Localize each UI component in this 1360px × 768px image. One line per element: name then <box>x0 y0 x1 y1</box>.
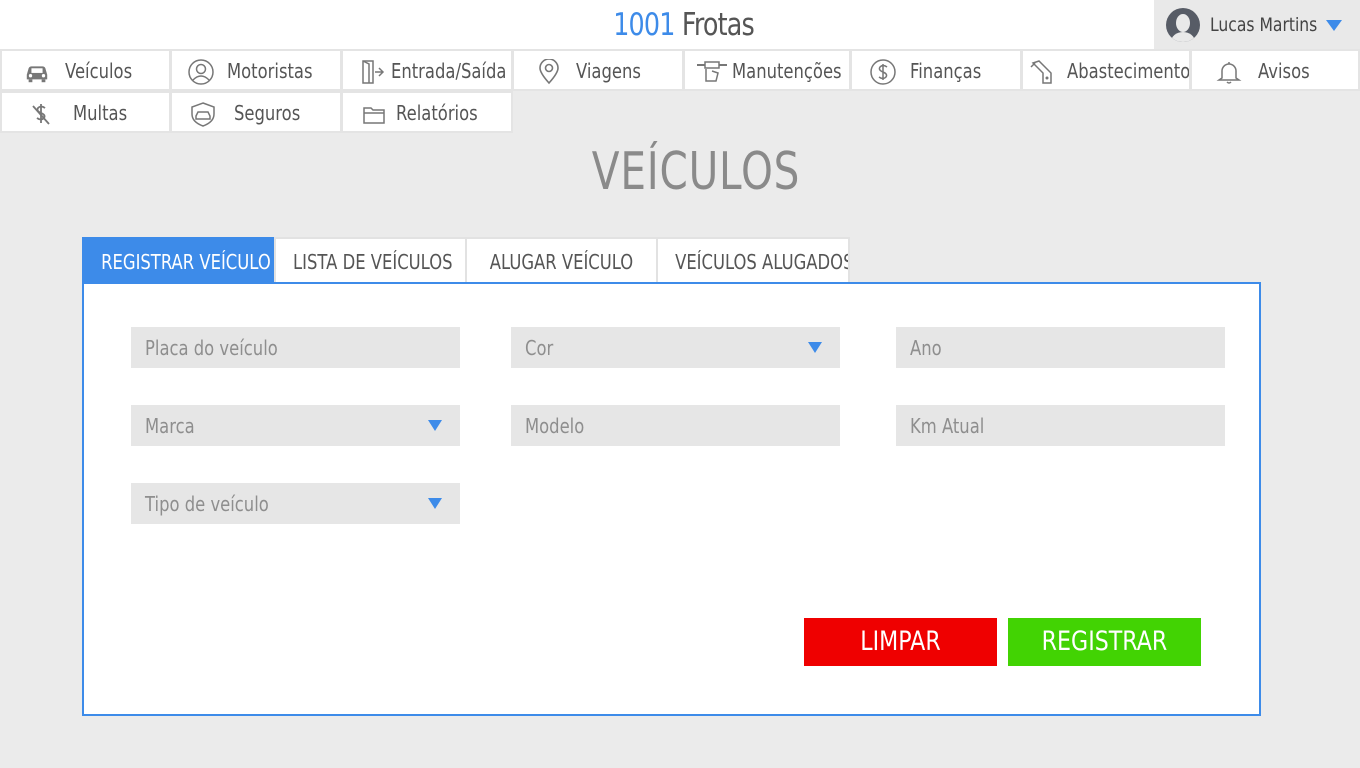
tab-alugar-veiculo[interactable]: ALUGAR VEÍCULO <box>465 237 658 283</box>
clear-button-label: LIMPAR <box>860 626 941 657</box>
nav-item-avisos[interactable]: Avisos <box>1190 49 1360 91</box>
tab-label: REGISTRAR VEÍCULO <box>101 250 271 274</box>
insurance-car-icon <box>191 102 215 127</box>
nav-item-motoristas[interactable]: Motoristas <box>170 49 342 91</box>
register-button[interactable]: REGISTRAR <box>1008 618 1201 666</box>
car-icon <box>26 66 48 83</box>
brand-placeholder: Marca <box>145 414 195 438</box>
chevron-down-icon <box>808 342 822 353</box>
wrench-hand-icon <box>697 61 727 82</box>
chevron-down-icon[interactable] <box>1326 20 1342 31</box>
nav-item-financas[interactable]: Finanças <box>850 49 1022 91</box>
driver-icon <box>188 59 214 85</box>
tab-lista-de-veiculos[interactable]: LISTA DE VEÍCULOS <box>274 237 467 283</box>
page-title: VEÍCULOS <box>591 142 801 202</box>
color-placeholder: Cor <box>525 336 554 360</box>
model-placeholder: Modelo <box>525 414 585 438</box>
avatar <box>1166 8 1200 42</box>
brand-select[interactable]: Marca <box>131 405 460 446</box>
nav-label: Entrada/Saída <box>391 59 507 83</box>
folder-icon <box>363 107 385 124</box>
chevron-down-icon <box>428 420 442 431</box>
register-button-label: REGISTRAR <box>1041 626 1168 657</box>
tab-label: VEÍCULOS ALUGADOS <box>675 250 850 274</box>
user-name: Lucas Martins <box>1210 14 1318 36</box>
tab-label: LISTA DE VEÍCULOS <box>293 250 453 274</box>
plate-placeholder: Placa do veículo <box>145 336 278 360</box>
tab-registrar-veiculo[interactable]: REGISTRAR VEÍCULO <box>82 237 276 283</box>
door-exit-icon <box>362 60 385 84</box>
nav-label: Relatórios <box>396 101 478 125</box>
logo-number: 1001 <box>613 7 675 43</box>
dollar-slash-icon <box>32 104 50 125</box>
map-pin-icon <box>539 59 559 85</box>
app-header: 1001 Frotas Lucas Martins <box>0 0 1360 50</box>
nav-item-entrada-saida[interactable]: Entrada/Saída <box>341 49 513 91</box>
vehicle-type-placeholder: Tipo de veículo <box>145 492 269 516</box>
nav-item-viagens[interactable]: Viagens <box>512 49 684 91</box>
logo-name: Frotas <box>674 7 755 43</box>
nav-item-manutencoes[interactable]: Manutenções <box>683 49 851 91</box>
color-select[interactable]: Cor <box>511 327 840 368</box>
nav-label: Multas <box>73 101 128 125</box>
clear-button[interactable]: LIMPAR <box>804 618 997 666</box>
year-placeholder: Ano <box>910 336 942 360</box>
nav-label: Viagens <box>576 59 641 83</box>
vehicle-type-select[interactable]: Tipo de veículo <box>131 483 460 524</box>
tab-label: ALUGAR VEÍCULO <box>489 250 634 274</box>
plate-field[interactable]: Placa do veículo <box>131 327 460 368</box>
nav-item-veiculos[interactable]: Veículos <box>0 49 171 91</box>
km-placeholder: Km Atual <box>910 414 985 438</box>
model-field[interactable]: Modelo <box>511 405 840 446</box>
user-menu[interactable]: Lucas Martins <box>1154 0 1360 50</box>
nav-label: Motoristas <box>227 59 313 83</box>
nav-label: Veículos <box>65 59 133 83</box>
chevron-down-icon <box>428 498 442 509</box>
nav-item-multas[interactable]: Multas <box>0 91 171 133</box>
nav-label: Seguros <box>234 101 301 125</box>
km-field[interactable]: Km Atual <box>896 405 1225 446</box>
nav-label: Avisos <box>1258 59 1310 83</box>
nav-item-seguros[interactable]: Seguros <box>170 91 342 133</box>
fuel-nozzle-icon <box>1030 60 1052 84</box>
dollar-icon <box>870 59 896 85</box>
nav-item-relatorios[interactable]: Relatórios <box>341 91 513 133</box>
nav-label: Finanças <box>910 59 982 83</box>
tab-veiculos-alugados[interactable]: VEÍCULOS ALUGADOS <box>656 237 850 283</box>
year-field[interactable]: Ano <box>896 327 1225 368</box>
bell-icon <box>1216 62 1242 84</box>
nav-label: Manutenções <box>732 59 842 83</box>
app-logo: 1001 Frotas <box>126 0 1241 50</box>
nav-item-abastecimento[interactable]: Abastecimento <box>1021 49 1191 91</box>
nav-label: Abastecimento <box>1067 59 1191 83</box>
